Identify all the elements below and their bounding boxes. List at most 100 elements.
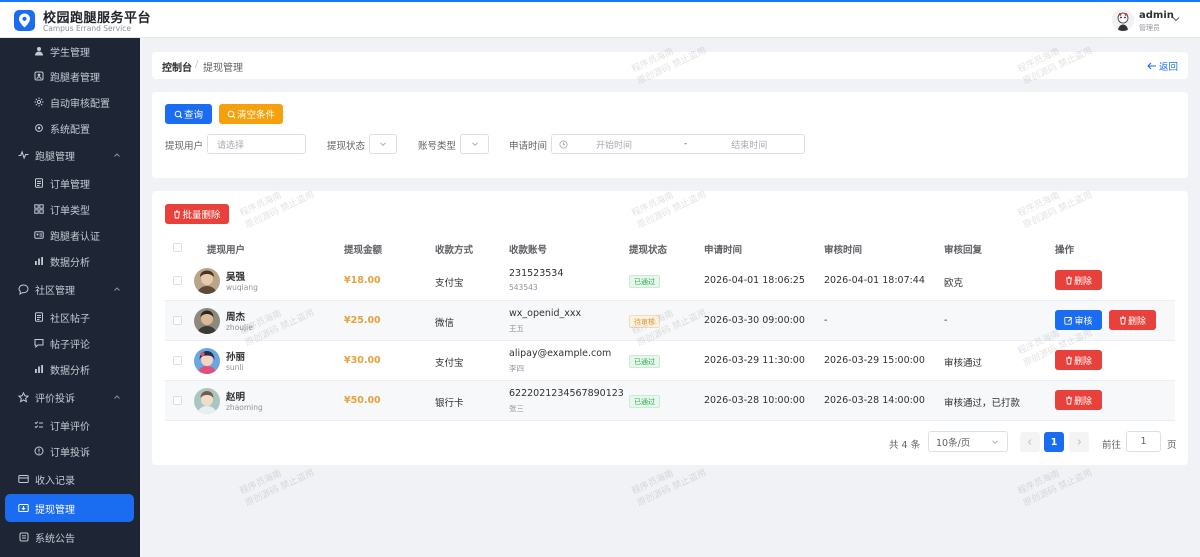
bar-chart-icon [33, 256, 44, 267]
end-time-input[interactable]: 结束时间 [731, 138, 767, 151]
bell-icon [18, 532, 29, 543]
user-login-cell: sunli [226, 363, 244, 372]
comment-icon [33, 338, 44, 349]
sidebar-item-errand-analytics[interactable]: 数据分析 [0, 248, 140, 274]
column-header: 操作 [1055, 245, 1075, 256]
prev-page-button[interactable] [1020, 432, 1040, 452]
user-name[interactable]: admin [1139, 10, 1174, 21]
user-avatar[interactable] [1112, 9, 1134, 31]
user-filter-label: 提现用户 [165, 141, 204, 152]
column-header: 提现金额 [344, 245, 383, 256]
top-header: 校园跑腿服务平台 Campus Errand Service admin 管理员 [0, 0, 1200, 38]
withdrawal-table-panel: 批量删除 提现用户 提现金额 收款方式 收款账号 提现状态 申请时间 审核时间 … [152, 191, 1188, 465]
row-checkbox[interactable] [173, 356, 182, 365]
avatar [194, 308, 220, 334]
chevron-down-icon[interactable] [1171, 14, 1181, 24]
goto-page-input[interactable]: 1 [1126, 431, 1161, 452]
sidebar-item-announcements[interactable]: 系统公告 [0, 524, 140, 550]
review-button[interactable]: 审核 [1055, 310, 1102, 330]
amount-cell: ¥25.00 [344, 315, 381, 326]
status-select[interactable] [369, 134, 397, 154]
delete-label: 删除 [1073, 396, 1092, 407]
column-header: 提现状态 [629, 245, 668, 256]
sidebar-group-errand[interactable]: 跑腿管理 [0, 142, 140, 168]
sidebar-item-order-complaints[interactable]: 订单投诉 [0, 438, 140, 464]
logo-icon [14, 10, 35, 31]
select-all-checkbox[interactable] [173, 243, 182, 252]
table-row[interactable]: 吴强 wuqiang ¥18.00 支付宝 231523534 543543 已… [165, 261, 1175, 301]
table-row[interactable]: 孙丽 sunli ¥30.00 支付宝 alipay@example.com 李… [165, 341, 1175, 381]
method-cell: 支付宝 [435, 358, 464, 369]
bar-chart-icon [33, 364, 44, 375]
page-size-select[interactable]: 10条/页 [928, 431, 1008, 452]
page-size-value: 10条/页 [936, 437, 971, 449]
breadcrumb-home[interactable]: 控制台 [162, 59, 192, 74]
sidebar-item-system-config[interactable]: 系统配置 [0, 115, 140, 141]
next-page-button[interactable] [1069, 432, 1089, 452]
user-role: 管理员 [1139, 24, 1160, 32]
back-label: 返回 [1158, 62, 1178, 73]
start-time-input[interactable]: 开始时间 [596, 138, 666, 151]
delete-button[interactable]: 删除 [1055, 390, 1102, 410]
review-time-cell: 2026-04-01 18:07:44 [824, 275, 925, 286]
sidebar-item-runners[interactable]: 跑腿者管理 [0, 63, 140, 89]
sidebar-item-runner-cert[interactable]: 跑腿者认证 [0, 222, 140, 248]
reply-cell: - [944, 315, 948, 326]
account-cell: 231523534 [509, 268, 564, 279]
amount-cell: ¥50.00 [344, 395, 381, 406]
batch-delete-button[interactable]: 批量删除 [165, 204, 229, 224]
row-checkbox[interactable] [173, 316, 182, 325]
row-checkbox[interactable] [173, 396, 182, 405]
table-row[interactable]: 周杰 zhoujie ¥25.00 微信 wx_openid_xxx 王五 待审… [165, 301, 1175, 341]
sidebar-item-comments[interactable]: 帖子评论 [0, 330, 140, 356]
avatar [194, 348, 220, 374]
user-select[interactable]: 请选择 [207, 134, 306, 154]
search-icon [227, 110, 236, 118]
sidebar-item-income[interactable]: 收入记录 [0, 466, 140, 492]
sidebar-item-posts[interactable]: 社区帖子 [0, 304, 140, 330]
column-header: 审核时间 [824, 245, 863, 256]
sidebar-group-community[interactable]: 社区管理 [0, 276, 140, 302]
sidebar-item-order-reviews[interactable]: 订单评价 [0, 412, 140, 438]
delete-button[interactable]: 删除 [1109, 310, 1156, 330]
page-number[interactable]: 1 [1044, 432, 1064, 452]
alert-icon [33, 446, 44, 457]
sidebar-item-auto-review[interactable]: 自动审核配置 [0, 89, 140, 115]
apply-time-cell: 2026-03-29 11:30:00 [704, 355, 805, 366]
card-icon [18, 474, 29, 485]
chevron-down-icon [992, 440, 998, 445]
table-row[interactable]: 赵明 zhaoming ¥50.00 银行卡 62220212345678901… [165, 381, 1175, 421]
sidebar-item-label: 帖子评论 [50, 339, 90, 351]
trash-icon [1119, 316, 1126, 324]
user-name-cell: 赵明 [226, 392, 246, 403]
chevron-down-icon [471, 142, 478, 147]
idcard-icon [33, 230, 44, 241]
sidebar-item-withdrawals[interactable]: 提现管理 [5, 494, 134, 522]
clear-button[interactable]: 清空条件 [219, 104, 283, 124]
document-icon [33, 178, 44, 189]
sidebar-item-order-types[interactable]: 订单类型 [0, 196, 140, 222]
range-separator: - [684, 139, 688, 149]
amount-cell: ¥18.00 [344, 275, 381, 286]
query-button[interactable]: 查询 [165, 104, 212, 124]
review-time-cell: - [824, 315, 828, 326]
sidebar-item-community-analytics[interactable]: 数据分析 [0, 356, 140, 382]
sidebar-item-students[interactable]: 学生管理 [0, 38, 140, 64]
date-range-picker[interactable]: 开始时间 - 结束时间 [551, 134, 805, 154]
trash-icon [1065, 276, 1072, 284]
chevron-up-icon [114, 153, 120, 157]
batch-delete-label: 批量删除 [182, 210, 221, 221]
delete-button[interactable]: 删除 [1055, 270, 1102, 290]
sidebar-item-orders[interactable]: 订单管理 [0, 170, 140, 196]
breadcrumb: 控制台 / 提现管理 返回 [152, 52, 1188, 79]
account-type-select[interactable] [460, 134, 489, 154]
user-name-cell: 吴强 [226, 272, 246, 283]
sidebar-group-reviews[interactable]: 评价投诉 [0, 384, 140, 410]
account-cell: wx_openid_xxx [509, 308, 582, 319]
status-badge: 已通过 [629, 395, 660, 408]
row-checkbox[interactable] [173, 276, 182, 285]
back-link[interactable]: 返回 [1147, 59, 1178, 73]
delete-button[interactable]: 删除 [1055, 350, 1102, 370]
user-name-cell: 周杰 [226, 312, 246, 323]
amount-cell: ¥30.00 [344, 355, 381, 366]
